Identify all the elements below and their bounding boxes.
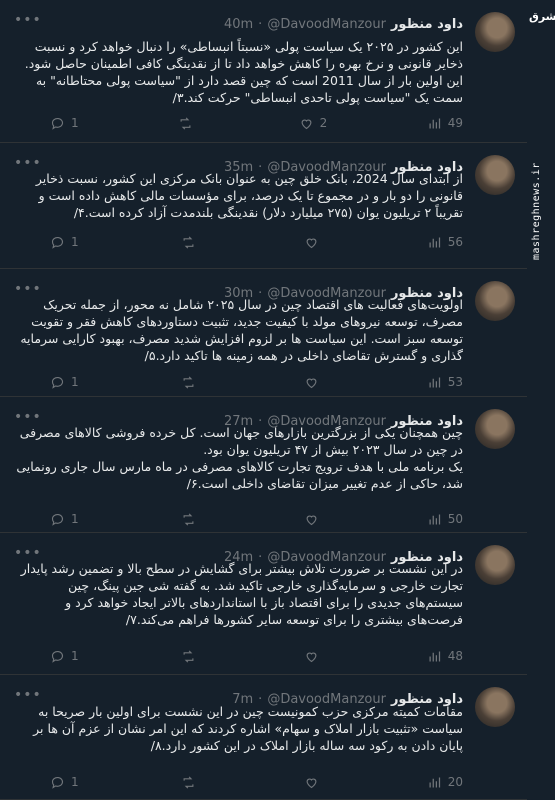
view-count: 48 (447, 649, 463, 663)
retweet-arrows-icon (178, 116, 193, 131)
tweet-actions: 1 48 (50, 646, 463, 666)
like-button[interactable] (304, 235, 325, 250)
avatar[interactable] (475, 545, 515, 585)
tweet-thread: ••• داود منظور @DavoodManzour · 40m این … (0, 0, 527, 800)
tweet-text: اولویت‌های فعالیت های اقتصاد چین در سال … (20, 297, 463, 363)
heart-icon (304, 235, 319, 250)
like-count: 2 (319, 116, 328, 130)
retweet-button[interactable] (181, 512, 202, 527)
tweet-text: از ابتدای سال 2024، بانک خلق چین به عنوا… (35, 171, 463, 220)
tweet-actions: 1 50 (50, 509, 463, 529)
tweet-actions: 1 20 (50, 772, 463, 792)
heart-icon (304, 512, 319, 527)
tweet-text: این کشور در ۲۰۲۵ یک سیاست پولی «نسبتاً ا… (24, 39, 463, 105)
like-button[interactable] (304, 775, 325, 790)
reply-count: 1 (71, 649, 79, 663)
views-button[interactable]: 56 (427, 235, 463, 250)
reply-button[interactable]: 1 (50, 375, 79, 390)
avatar[interactable] (475, 155, 515, 195)
separator-dot: · (258, 16, 263, 32)
reply-button[interactable]: 1 (50, 512, 79, 527)
tweet[interactable]: ••• داود منظور @DavoodManzour · 7m مقاما… (0, 675, 527, 800)
tweet-header: داود منظور @DavoodManzour · 40m (12, 14, 463, 34)
reply-count: 1 (71, 775, 79, 789)
reply-button[interactable]: 1 (50, 235, 79, 250)
view-count: 56 (447, 235, 463, 249)
view-count: 53 (447, 375, 463, 389)
retweet-button[interactable] (181, 775, 202, 790)
bar-chart-icon (427, 235, 442, 250)
bar-chart-icon (427, 649, 442, 664)
tweet-text: چین همچنان یکی از بزرگترین بازارهای جهان… (16, 425, 463, 491)
views-button[interactable]: 49 (427, 116, 463, 131)
reply-count: 1 (71, 235, 79, 249)
reply-button[interactable]: 1 (50, 649, 79, 664)
retweet-button[interactable] (181, 375, 202, 390)
like-button[interactable] (304, 512, 325, 527)
retweet-button[interactable] (178, 116, 199, 131)
speech-bubble-icon (50, 512, 65, 527)
speech-bubble-icon (50, 235, 65, 250)
reply-count: 1 (71, 116, 79, 130)
tweet[interactable]: ••• داود منظور @DavoodManzour · 30m اولو… (0, 269, 527, 397)
retweet-arrows-icon (181, 375, 196, 390)
reply-count: 1 (71, 375, 79, 389)
views-button[interactable]: 53 (427, 375, 463, 390)
reply-button[interactable]: 1 (50, 775, 79, 790)
like-button[interactable] (304, 375, 325, 390)
speech-bubble-icon (50, 116, 65, 131)
avatar[interactable] (475, 281, 515, 321)
retweet-arrows-icon (181, 775, 196, 790)
view-count: 50 (447, 512, 463, 526)
tweet-actions: 1 53 (50, 372, 463, 392)
views-button[interactable]: 20 (427, 775, 463, 790)
watermark-url: mashreghnews.ir (531, 162, 542, 260)
tweet[interactable]: ••• داود منظور @DavoodManzour · 27m چین … (0, 397, 527, 533)
watermark-strip: مشرق mashreghnews.ir (527, 0, 555, 800)
tweet-actions: 1 56 (50, 232, 463, 252)
views-button[interactable]: 50 (427, 512, 463, 527)
retweet-button[interactable] (181, 235, 202, 250)
tweet-actions: 1 2 49 (50, 113, 463, 133)
heart-icon (304, 649, 319, 664)
bar-chart-icon (427, 375, 442, 390)
tweet[interactable]: ••• داود منظور @DavoodManzour · 40m این … (0, 0, 527, 143)
tweet-text: در این نشست بر ضرورت تلاش بیشتر برای گشا… (20, 561, 463, 627)
speech-bubble-icon (50, 649, 65, 664)
retweet-button[interactable] (181, 649, 202, 664)
tweet[interactable]: ••• داود منظور @DavoodManzour · 24m در ا… (0, 533, 527, 675)
like-button[interactable] (304, 649, 325, 664)
tweet-text: مقامات کمیته مرکزی حزب کمونیست چین در ای… (33, 704, 463, 753)
timestamp[interactable]: 40m (224, 17, 253, 32)
display-name[interactable]: داود منظور (391, 17, 463, 32)
view-count: 20 (447, 775, 463, 789)
avatar[interactable] (475, 687, 515, 727)
view-count: 49 (447, 116, 463, 130)
speech-bubble-icon (50, 775, 65, 790)
reply-count: 1 (71, 512, 79, 526)
brand-logo: مشرق (529, 10, 555, 23)
retweet-arrows-icon (181, 512, 196, 527)
retweet-arrows-icon (181, 649, 196, 664)
bar-chart-icon (427, 116, 442, 131)
heart-icon (299, 116, 314, 131)
bar-chart-icon (427, 512, 442, 527)
retweet-arrows-icon (181, 235, 196, 250)
avatar[interactable] (475, 409, 515, 449)
speech-bubble-icon (50, 375, 65, 390)
avatar[interactable] (475, 12, 515, 52)
views-button[interactable]: 48 (427, 649, 463, 664)
heart-icon (304, 775, 319, 790)
heart-icon (304, 375, 319, 390)
like-button[interactable]: 2 (299, 116, 328, 131)
user-handle[interactable]: @DavoodManzour (267, 17, 386, 32)
bar-chart-icon (427, 775, 442, 790)
tweet[interactable]: ••• داود منظور @DavoodManzour · 35m از ا… (0, 143, 527, 269)
reply-button[interactable]: 1 (50, 116, 79, 131)
